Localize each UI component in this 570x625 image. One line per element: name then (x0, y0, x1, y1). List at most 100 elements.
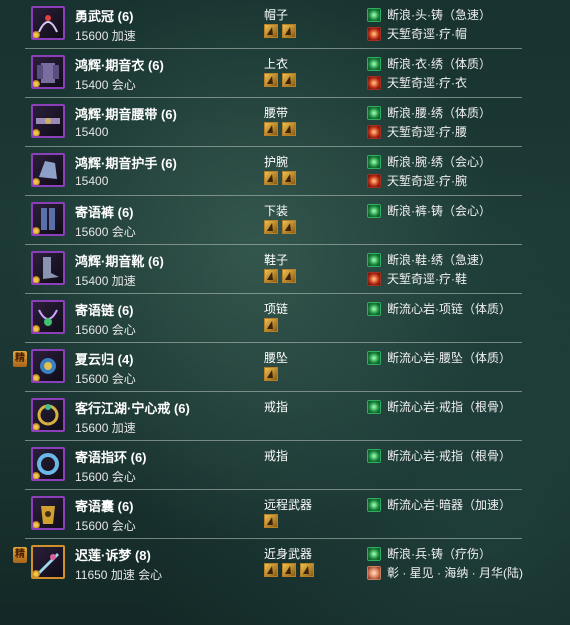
equipment-row[interactable]: 寄语裤 (6) 15600 会心 下装 断浪·裤·铸（会心） (25, 196, 522, 245)
quality-dot-icon (33, 80, 40, 87)
enchant-primary: 断浪·腕·绣（会心） (367, 153, 491, 170)
gem-slots (264, 73, 300, 89)
equipment-icon[interactable] (31, 545, 65, 579)
enchant-primary: 断流心岩·暗器（加速） (367, 496, 511, 513)
gem-icon[interactable] (300, 563, 314, 577)
green-enchant-icon (367, 498, 381, 512)
refine-tag-icon: 精 (13, 547, 27, 563)
gem-icon[interactable] (264, 269, 278, 283)
gem-icon[interactable] (282, 220, 296, 234)
gem-icon[interactable] (264, 318, 278, 332)
equipment-stats: 15400 会心 (75, 78, 136, 92)
equipment-row[interactable]: 鸿辉·期音护手 (6) 15400 护腕 断浪·腕·绣（会心） 天堑奇逕·疗·腕 (25, 147, 522, 196)
equipment-slot: 腰带 (264, 106, 289, 120)
equipment-icon[interactable] (31, 55, 65, 89)
gem-icon[interactable] (282, 563, 296, 577)
gem-icon[interactable] (264, 367, 278, 381)
equipment-stats: 15400 (75, 174, 109, 188)
gem-icon[interactable] (282, 269, 296, 283)
equipment-row[interactable]: 寄语链 (6) 15600 会心 项链 断流心岩·项链（体质） (25, 294, 522, 343)
equipment-name: 鸿辉·期音衣 (6) (75, 58, 164, 73)
enchant-primary: 断浪·鞋·绣（急速） (367, 251, 491, 268)
green-enchant-icon (367, 204, 381, 218)
equipment-icon[interactable] (31, 6, 65, 40)
gem-icon[interactable] (264, 171, 278, 185)
enchant-primary: 断浪·头·铸（急速） (367, 6, 491, 23)
gem-slots (264, 318, 282, 334)
green-enchant-icon (367, 400, 381, 414)
enchant-secondary: 天堑奇逕·疗·帽 (367, 25, 467, 42)
equipment-slot: 远程武器 (264, 498, 313, 512)
enchant-text: 断浪·头·铸（急速） (387, 8, 491, 22)
green-enchant-icon (367, 547, 381, 561)
gem-icon[interactable] (282, 73, 296, 87)
quality-dot-icon (33, 570, 40, 577)
enchant-secondary: 天堑奇逕·疗·腰 (367, 123, 467, 140)
equipment-slot: 鞋子 (264, 253, 289, 267)
gem-icon[interactable] (282, 24, 296, 38)
equipment-name: 勇武冠 (6) (75, 9, 134, 24)
gem-slots (264, 269, 300, 285)
gem-slots (264, 171, 300, 187)
gem-icon[interactable] (264, 73, 278, 87)
gem-icon[interactable] (264, 563, 278, 577)
equipment-stats: 15600 会心 (75, 323, 136, 337)
equipment-name: 鸿辉·期音护手 (6) (75, 156, 177, 171)
enchant-primary: 断流心岩·腰坠（体质） (367, 349, 511, 366)
equipment-slot: 下装 (264, 204, 289, 218)
green-enchant-icon (367, 302, 381, 316)
green-enchant-icon (367, 155, 381, 169)
equipment-icon[interactable] (31, 349, 65, 383)
equipment-stats: 15400 (75, 125, 109, 139)
enchant-primary: 断浪·兵·铸（疗伤） (367, 545, 491, 562)
gem-icon[interactable] (264, 122, 278, 136)
gem-slots (264, 220, 300, 236)
equipment-icon[interactable] (31, 447, 65, 481)
enchant-text: 彰 · 星见 · 海纳 · 月华(陆) (387, 566, 523, 580)
enchant-text: 断浪·裤·铸（会心） (387, 204, 491, 218)
gem-icon[interactable] (264, 24, 278, 38)
equipment-icon[interactable] (31, 202, 65, 236)
equipment-icon[interactable] (31, 104, 65, 138)
equipment-row[interactable]: 鸿辉·期音靴 (6) 15400 加速 鞋子 断浪·鞋·绣（急速） 天堑奇逕·疗·鞋 (25, 245, 522, 294)
enchant-primary: 断流心岩·项链（体质） (367, 300, 511, 317)
enchant-primary: 断浪·腰·绣（体质） (367, 104, 491, 121)
gem-icon[interactable] (264, 220, 278, 234)
gem-icon[interactable] (282, 122, 296, 136)
gem-slots (264, 367, 282, 383)
equipment-row[interactable]: 客行江湖·宁心戒 (6) 15600 加速 戒指 断流心岩·戒指（根骨） (25, 392, 522, 441)
gem-slots (264, 24, 300, 40)
equipment-row[interactable]: 鸿辉·期音腰带 (6) 15400 腰带 断浪·腰·绣（体质） 天堑奇逕·疗·腰 (25, 98, 522, 147)
enchant-secondary: 天堑奇逕·疗·鞋 (367, 270, 467, 287)
equipment-row[interactable]: 精 迟莲·诉梦 (8) 11650 加速 会心 近身武器 断浪·兵·铸（疗伤） 彰 · 星… (13, 539, 523, 588)
equipment-icon[interactable] (31, 496, 65, 530)
red-enchant-icon (367, 174, 381, 188)
refine-tag-icon: 精 (13, 351, 27, 367)
equipment-row[interactable]: 寄语囊 (6) 15600 会心 远程武器 断流心岩·暗器（加速） (25, 490, 522, 539)
equipment-icon[interactable] (31, 398, 65, 432)
equipment-stats: 15600 会心 (75, 372, 136, 386)
equipment-row[interactable]: 鸿辉·期音衣 (6) 15400 会心 上衣 断浪·衣·绣（体质） 天堑奇逕·疗·衣 (25, 49, 522, 98)
green-enchant-icon (367, 253, 381, 267)
gem-icon[interactable] (282, 171, 296, 185)
equipment-name: 客行江湖·宁心戒 (6) (75, 401, 190, 416)
red-enchant-icon (367, 76, 381, 90)
equipment-slot: 戒指 (264, 400, 289, 414)
equipment-row[interactable]: 精 夏云归 (4) 15600 会心 腰坠 断流心岩·腰坠（体质） (13, 343, 522, 392)
equipment-icon[interactable] (31, 300, 65, 334)
equipment-icon[interactable] (31, 153, 65, 187)
equipment-name: 迟莲·诉梦 (8) (75, 548, 151, 563)
green-enchant-icon (367, 57, 381, 71)
enchant-primary: 断浪·裤·铸（会心） (367, 202, 491, 219)
equipment-name: 寄语链 (6) (75, 303, 134, 318)
equipment-stats: 15600 会心 (75, 470, 136, 484)
enchant-text: 断流心岩·项链（体质） (387, 302, 511, 316)
equipment-icon[interactable] (31, 251, 65, 285)
enchant-text: 断流心岩·腰坠（体质） (387, 351, 511, 365)
gem-icon[interactable] (264, 514, 278, 528)
enchant-secondary: 彰 · 星见 · 海纳 · 月华(陆) (367, 564, 523, 581)
enchant-text: 断流心岩·戒指（根骨） (387, 449, 511, 463)
equipment-row[interactable]: 寄语指环 (6) 15600 会心 戒指 断流心岩·戒指（根骨） (25, 441, 522, 490)
enchant-text: 天堑奇逕·疗·帽 (387, 27, 467, 41)
equipment-row[interactable]: 勇武冠 (6) 15600 加速 帽子 断浪·头·铸（急速） 天堑奇逕·疗·帽 (25, 0, 522, 49)
